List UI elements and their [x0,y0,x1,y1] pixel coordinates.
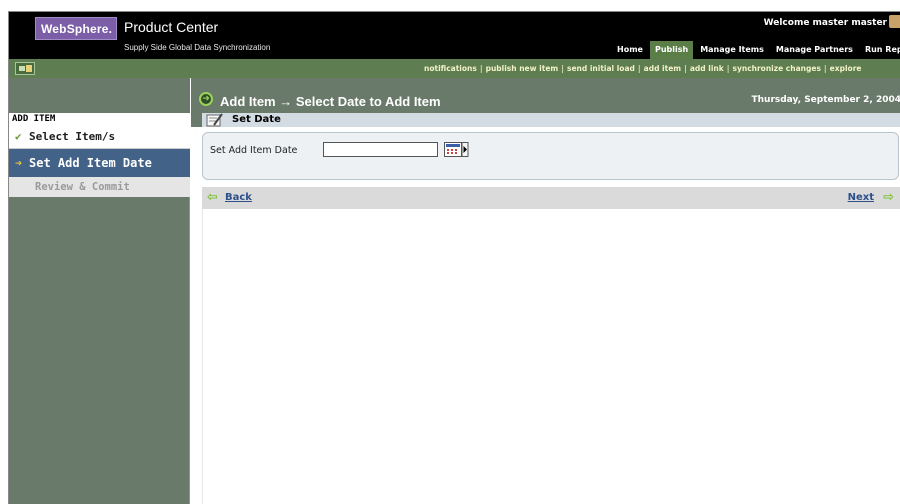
sidebar-spacer [9,78,190,113]
page-title: Add Item → Select Date to Add Item [220,94,441,109]
go-arrow-icon: ➜ [199,92,213,106]
link-add-item[interactable]: add item [644,59,681,78]
link-separator: | [823,64,827,73]
date-field-label: Set Add Item Date [210,145,298,156]
step-select-items[interactable]: ✔ Select Item/s [9,125,190,149]
tab-manage-items[interactable]: Manage Items [695,41,769,59]
check-icon: ✔ [15,130,22,143]
date-input[interactable] [323,142,438,157]
link-add-link[interactable]: add link [690,59,724,78]
link-send-initial-load[interactable]: send initial load [567,59,635,78]
action-links: notifications | publish new item | send … [424,59,861,78]
handshake-icon [15,62,35,75]
current-date: Thursday, September 2, 2004 [751,95,900,105]
tab-run-report[interactable]: Run Report [859,41,900,59]
back-arrow-icon[interactable]: ⇦ [207,191,218,204]
link-separator: | [479,64,483,73]
tab-publish[interactable]: Publish [649,41,694,59]
main-tabs: Home Publish Manage Items Manage Partner… [612,41,900,59]
arrow-right-icon: ➔ [15,156,23,170]
next-button[interactable]: Next [848,192,874,203]
logo-text: WebSphere. [41,22,113,36]
app-window: WebSphere. Product Center Supply Side Gl… [8,11,900,504]
main-content: ➜ Add Item → Select Date to Add Item Thu… [191,78,900,504]
wizard-nav-bar: ⇦ Back Next ⇨ [202,187,900,209]
product-title: Product Center [124,19,219,35]
wizard-sidebar: ADD ITEM ✔ Select Item/s ➔ Set Add Item Da… [9,78,190,504]
section-title: Set Date [232,114,281,125]
user-icon[interactable] [889,15,900,28]
welcome-text: Welcome master master [763,18,887,28]
sidebar-section-title: ADD ITEM [9,113,190,125]
step-set-add-item-date[interactable]: ➔ Set Add Item Date [9,149,190,177]
websphere-logo: WebSphere. [35,17,117,40]
step-label: Review & Commit [35,181,130,193]
pencil-icon [206,113,223,127]
top-header: WebSphere. Product Center Supply Side Gl… [9,12,900,59]
tab-manage-partners[interactable]: Manage Partners [770,41,858,59]
section-header: Set Date [202,113,900,127]
step-review-commit: Review & Commit [9,177,190,197]
tab-home[interactable]: Home [612,41,648,59]
link-separator: | [561,64,564,73]
action-bar: notifications | publish new item | send … [9,59,900,78]
link-separator: | [684,64,687,73]
step-label: Select Item/s [29,130,116,143]
link-explore[interactable]: explore [830,59,862,78]
step-label: Set Add Item Date [29,156,152,170]
link-separator: | [637,64,641,73]
link-notifications[interactable]: notifications [424,59,477,78]
product-subtitle: Supply Side Global Data Synchronization [124,43,271,52]
content-area [202,209,900,504]
back-button[interactable]: Back [225,192,252,203]
link-separator: | [726,64,730,73]
link-publish-new-item[interactable]: publish new item [486,59,559,78]
link-synchronize-changes[interactable]: synchronize changes [733,59,821,78]
calendar-icon[interactable] [444,142,469,157]
next-arrow-icon[interactable]: ⇨ [883,191,894,204]
date-form-panel: Set Add Item Date [202,132,899,180]
